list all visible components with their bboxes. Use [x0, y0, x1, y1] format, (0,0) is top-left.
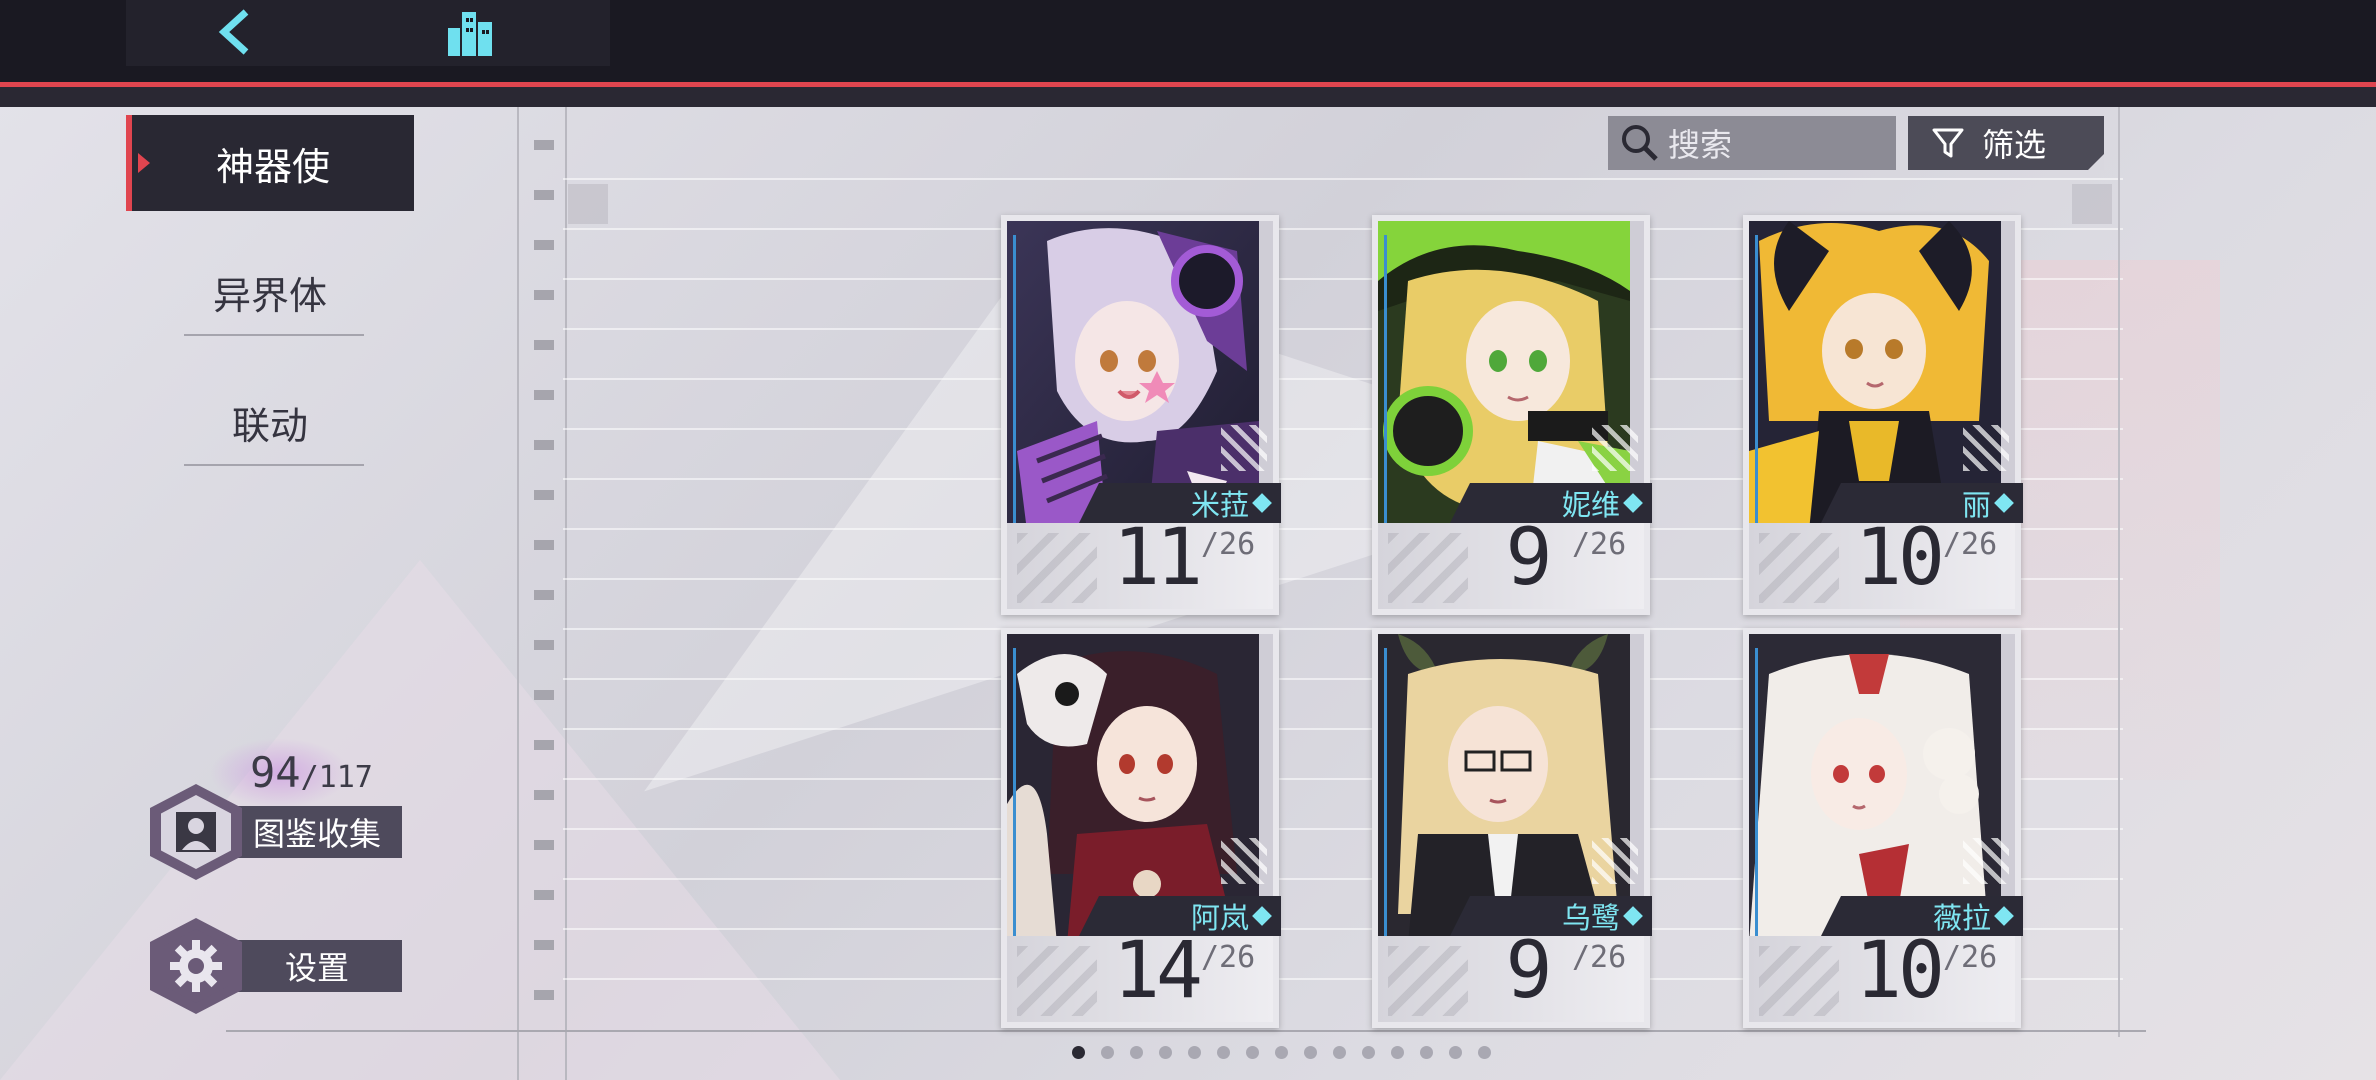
total-count: /26: [1943, 940, 1998, 975]
collection-total: /117: [300, 760, 373, 795]
character-card[interactable]: 丽 10 /26: [1743, 215, 2023, 615]
page-dot[interactable]: [1362, 1046, 1375, 1059]
character-name: 丽: [1961, 488, 1991, 522]
character-card[interactable]: 阿岚 14 /26: [1001, 628, 1281, 1028]
tab-artifact-users[interactable]: 神器使: [126, 115, 414, 211]
diamond-icon: [1994, 493, 2014, 513]
tab-collab[interactable]: 联动: [126, 374, 414, 470]
page-dot[interactable]: [1246, 1046, 1259, 1059]
page-dot[interactable]: [1101, 1046, 1114, 1059]
collected-count: 10: [1855, 926, 1945, 1016]
total-count: /26: [1572, 527, 1627, 562]
collected-count: 9: [1505, 513, 1553, 603]
collection-progress: 94/117: [250, 748, 373, 797]
settings-button[interactable]: 设置: [232, 940, 402, 992]
gear-icon: [170, 940, 222, 992]
page-dot[interactable]: [1130, 1046, 1143, 1059]
page-dot[interactable]: [1449, 1046, 1462, 1059]
page-dot[interactable]: [1333, 1046, 1346, 1059]
character-card[interactable]: 妮维 9 /26: [1372, 215, 1652, 615]
diamond-icon: [1994, 906, 2014, 926]
page-dot[interactable]: [1275, 1046, 1288, 1059]
collection-count: 94: [250, 748, 301, 797]
page-dot[interactable]: [1217, 1046, 1230, 1059]
search-placeholder: 搜索: [1668, 126, 1733, 164]
pagination: [1072, 1046, 1491, 1059]
diamond-icon: [1623, 493, 1643, 513]
diamond-icon: [1252, 493, 1272, 513]
page-dot[interactable]: [1391, 1046, 1404, 1059]
collected-count: 14: [1113, 926, 1203, 1016]
city-button[interactable]: [440, 2, 500, 62]
tab-label: 神器使: [215, 144, 330, 189]
diamond-icon: [1623, 906, 1643, 926]
tab-otherworld-beings[interactable]: 异界体: [126, 244, 414, 340]
character-card[interactable]: 薇拉 10 /26: [1743, 628, 2023, 1028]
search-input[interactable]: 搜索: [1608, 116, 1896, 170]
total-count: /26: [1201, 527, 1256, 562]
filter-button[interactable]: 筛选: [1908, 116, 2104, 170]
total-count: /26: [1572, 940, 1627, 975]
page-dot[interactable]: [1188, 1046, 1201, 1059]
search-icon: [1622, 125, 1658, 161]
tab-label: 异界体: [212, 273, 327, 318]
person-portrait-icon: [176, 812, 216, 852]
character-card[interactable]: 乌鹭 9 /26: [1372, 628, 1652, 1028]
top-bar: [0, 0, 2376, 107]
total-count: /26: [1201, 940, 1256, 975]
page-dot[interactable]: [1420, 1046, 1433, 1059]
back-button[interactable]: [205, 2, 265, 62]
collected-count: 11: [1113, 513, 1203, 603]
page-dot[interactable]: [1159, 1046, 1172, 1059]
collected-count: 10: [1855, 513, 1945, 603]
settings-label: 设置: [284, 949, 349, 987]
chevron-left-icon: [218, 9, 249, 55]
page-dot[interactable]: [1304, 1046, 1317, 1059]
tab-label: 联动: [231, 403, 308, 448]
collection-label: 图鉴收集: [252, 815, 381, 853]
page-dot[interactable]: [1478, 1046, 1491, 1059]
funnel-icon: [1932, 128, 1964, 158]
city-buildings-icon: [448, 12, 492, 56]
collected-count: 9: [1505, 926, 1553, 1016]
diamond-icon: [1252, 906, 1272, 926]
character-card[interactable]: 米菈 11 /26: [1001, 215, 1281, 615]
collection-button[interactable]: 图鉴收集: [232, 806, 402, 858]
page-dot[interactable]: [1072, 1046, 1085, 1059]
total-count: /26: [1943, 527, 1998, 562]
filter-label: 筛选: [1982, 126, 2047, 164]
